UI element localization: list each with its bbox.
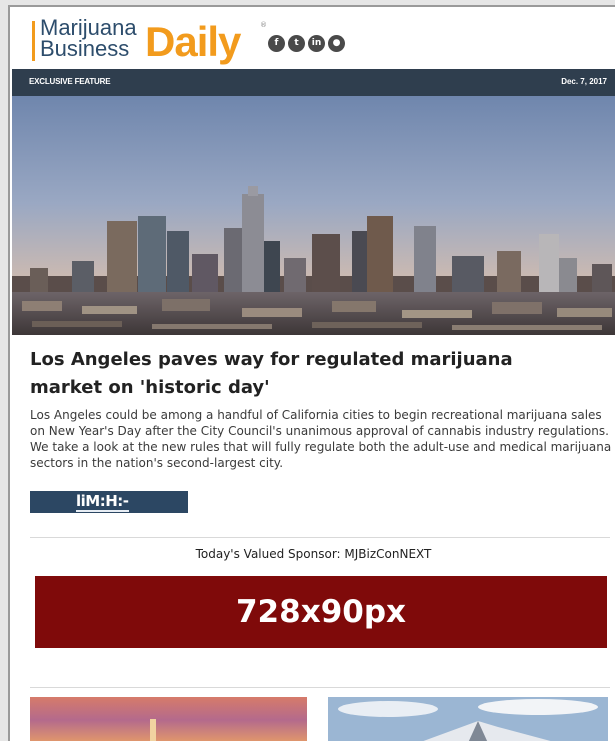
- logo-daily: Daily: [145, 18, 241, 65]
- divider: [30, 687, 610, 688]
- feature-label: EXCLUSIVE FEATURE: [29, 77, 111, 86]
- social-links: f t in ●: [268, 35, 345, 52]
- sponsor-label: Today's Valued Sponsor: MJBizConNEXT: [195, 547, 432, 561]
- story-thumbnail-left[interactable]: [30, 697, 307, 741]
- read-more-label: liM:H:-: [76, 492, 129, 512]
- facebook-icon[interactable]: f: [268, 35, 285, 52]
- story-thumbnail-right[interactable]: [328, 697, 608, 741]
- divider: [30, 537, 610, 538]
- rss-icon[interactable]: ●: [328, 35, 345, 52]
- skyline-image: [12, 96, 615, 335]
- sponsor-ad-banner[interactable]: 728x90px: [35, 576, 607, 648]
- logo-accent-bar: [32, 21, 35, 61]
- mountain-image: [328, 697, 608, 741]
- issue-date: Dec. 7, 2017: [561, 77, 607, 86]
- sunset-image: [30, 697, 307, 741]
- article-summary: Los Angeles could be among a handful of …: [30, 408, 612, 470]
- read-more-button[interactable]: liM:H:-: [30, 491, 188, 513]
- logo-registered-mark: ®: [260, 21, 267, 29]
- article-title[interactable]: Los Angeles paves way for regulated mari…: [30, 346, 590, 402]
- header: Marijuana Business Daily ® f t in ●: [10, 7, 615, 69]
- twitter-icon[interactable]: t: [288, 35, 305, 52]
- newsletter-frame: Marijuana Business Daily ® f t in ● EXCL…: [8, 5, 615, 741]
- linkedin-icon[interactable]: in: [308, 35, 325, 52]
- logo-line-2: Business: [40, 36, 130, 61]
- feature-strip: EXCLUSIVE FEATURE Dec. 7, 2017: [12, 69, 615, 96]
- hero-image[interactable]: [12, 96, 615, 335]
